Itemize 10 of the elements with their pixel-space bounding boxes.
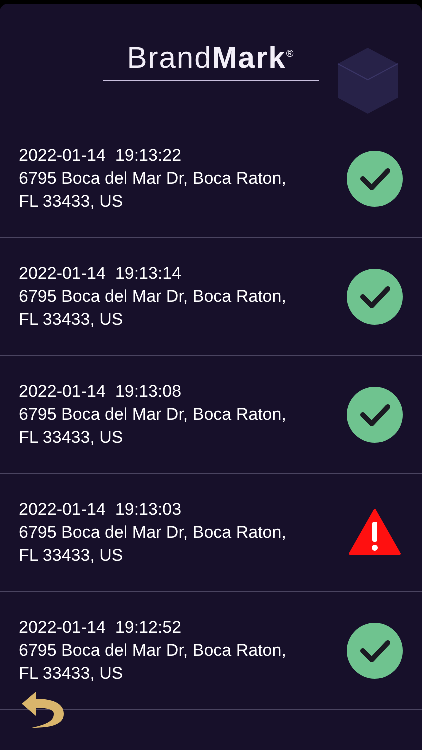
logo: BrandMark$^{®}$ (103, 44, 319, 80)
entry-text: 2022-01-14 19:12:52 6795 Boca del Mar Dr, Boca Raton, FL 33433, US (19, 617, 288, 685)
check-icon (346, 150, 404, 208)
entry-text: 2022-01-14 19:13:14 6795 Boca del Mar Dr, Boca Raton, FL 33433, US (19, 263, 288, 331)
check-icon (346, 268, 404, 326)
entry-text: 2022-01-14 19:13:22 6795 Boca del Mar Dr, Boca Raton, FL 33433, US (19, 145, 288, 213)
entry-text: 2022-01-14 19:13:03 6795 Boca del Mar Dr, Boca Raton, FL 33433, US (19, 499, 288, 567)
entry-text: 2022-01-14 19:13:08 6795 Boca del Mar Dr, Boca Raton, FL 33433, US (19, 381, 288, 449)
check-icon (346, 386, 404, 444)
check-icon (346, 622, 404, 680)
